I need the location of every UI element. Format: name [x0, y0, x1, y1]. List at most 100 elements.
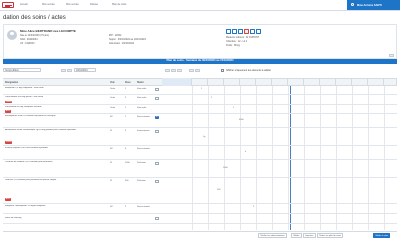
administration-mark[interactable]: 1 — [233, 107, 234, 109]
row-tag[interactable]: Arrêt — [5, 109, 11, 113]
administration-mark[interactable]: 6 — [245, 151, 246, 153]
allergy-icon[interactable] — [226, 29, 231, 34]
prev-week-button[interactable] — [165, 68, 170, 72]
administration-mark[interactable]: 1 — [201, 88, 202, 90]
table-row[interactable]: Glucose 5% solution pour perfusion en po… — [3, 178, 397, 204]
calendar-icon[interactable] — [67, 68, 72, 72]
patient-dob: Née le 12/04/1946 (79 ans) — [20, 34, 49, 37]
timeline-slot[interactable] — [352, 78, 368, 86]
only-pending-checkbox[interactable] — [221, 68, 225, 72]
administration-mark[interactable]: 2 — [211, 97, 212, 99]
breadcrumb-item[interactable]: Accueil — [20, 3, 28, 6]
timeline-slot[interactable] — [256, 78, 272, 86]
timeline-slot[interactable] — [192, 78, 208, 86]
table-row[interactable]: Enoxaparine 4000 UI solution injectable … — [3, 114, 397, 128]
timeline-slot[interactable] — [240, 78, 256, 86]
row-dose: 3 — [125, 130, 127, 132]
document-icon[interactable] — [232, 29, 237, 34]
timeline-slot[interactable] — [162, 78, 192, 86]
table-row[interactable]: Insuline asparte 100 U/ml solution injec… — [3, 146, 397, 160]
col-header-name[interactable]: Désignation — [5, 82, 18, 84]
plan-banner: Plan de soins - Semaine du 09/10/2024 au… — [3, 59, 397, 64]
note-icon[interactable] — [256, 29, 261, 34]
comment-icon[interactable] — [155, 88, 159, 91]
back-button[interactable]: Retour au plan de soins — [317, 233, 344, 238]
row-dose: 1 — [125, 107, 127, 109]
user-menu[interactable]: Mme Antoine SANTI — [347, 0, 400, 10]
timeline-slot[interactable] — [368, 78, 384, 86]
zoom-button[interactable] — [177, 68, 182, 72]
breadcrumb-item[interactable]: Dossier — [90, 3, 98, 6]
timeline-slot[interactable] — [272, 78, 288, 86]
row-voie: Orale — [110, 107, 116, 109]
row-name: Amoxicilline acide clavulanique 1g/125mg… — [5, 129, 76, 131]
row-status: Sous-cutanée — [137, 116, 150, 118]
row-dose: 500 — [125, 180, 129, 182]
app-logo[interactable] — [2, 2, 14, 8]
print-button[interactable] — [195, 68, 200, 72]
row-dose: 1 — [125, 88, 127, 90]
timeline-slot[interactable] — [384, 78, 397, 86]
patient-avatar — [7, 30, 17, 40]
refresh-button[interactable] — [189, 68, 194, 72]
patient-vitals: Poids : 68 kg — [226, 44, 240, 47]
administration-mark[interactable]: 2 — [253, 206, 254, 208]
administration-mark[interactable]: 1g — [203, 136, 205, 138]
row-status: Voie orale — [137, 88, 147, 90]
date-input[interactable]: 10/10/2024 — [74, 68, 96, 73]
print-button[interactable]: Imprimer — [303, 233, 316, 238]
user-icon — [351, 2, 355, 6]
alert-icon[interactable] — [238, 29, 243, 34]
table-row[interactable]: Furosémide 40 mg comprimé sécable Arrêt … — [3, 105, 397, 114]
timeline-slot[interactable] — [304, 78, 320, 86]
row-name: Morphine chlorhydrate 10 mg/ml ampoule — [5, 205, 46, 207]
breadcrumb-item[interactable]: Mon service — [42, 3, 55, 6]
comment-icon[interactable] — [155, 162, 159, 165]
row-voie: Orale — [110, 88, 116, 90]
col-header-voie[interactable]: Voie — [110, 82, 115, 84]
check-administrations-button[interactable]: Vérifier les administrations — [258, 233, 287, 238]
timeline-slot[interactable] — [288, 78, 304, 86]
row-name: Glucose 5% solution pour perfusion en po… — [5, 179, 57, 181]
table-row[interactable]: Chlorure de sodium 0,9% solution pour pe… — [3, 160, 397, 178]
timeline-slot[interactable] — [224, 78, 240, 86]
row-tag[interactable]: Valider — [5, 141, 13, 144]
comment-icon[interactable] — [155, 130, 159, 133]
table-row[interactable]: Bisoprolol 2,5 mg comprimé - voie orale … — [3, 86, 397, 95]
toolbar: Temps différé 10/10/2024 Afficher unique… — [3, 65, 397, 76]
comment-icon[interactable] — [155, 97, 159, 100]
expand-header-button[interactable] — [389, 54, 394, 57]
patient-admission: Admission : 03/10/2024 — [109, 42, 134, 45]
filter-select[interactable]: Temps différé — [3, 68, 41, 73]
comment-icon[interactable] — [155, 180, 159, 183]
comment-icon[interactable] — [155, 217, 159, 220]
timeline-slot[interactable] — [336, 78, 352, 86]
col-header-dose[interactable]: Dose — [125, 82, 131, 84]
administration-mark[interactable]: 4000 — [239, 119, 244, 121]
next-week-button[interactable] — [171, 68, 176, 72]
timeline-slot[interactable] — [320, 78, 336, 86]
col-header-status[interactable]: Statut — [137, 82, 144, 84]
table-row[interactable]: Soins de nursing — [3, 214, 397, 224]
patient-doctor: Médecin référent : Dr DUPONT — [226, 36, 260, 39]
row-status: Voie orale — [137, 97, 147, 99]
row-status: Voie orale — [137, 107, 147, 109]
patient-header: Mme Alice BERTRAND née LECOMPTE Née le 1… — [3, 24, 397, 59]
user-name: Mme Antoine SANTI — [357, 3, 382, 7]
row-tag[interactable]: Arrêt — [5, 198, 11, 201]
timeline-slot[interactable] — [208, 78, 224, 86]
table-row[interactable]: Paracétamol 500 mg gélule - voie orale V… — [3, 95, 397, 105]
validate-button[interactable]: Valider — [291, 233, 302, 238]
row-tag[interactable]: Valider — [5, 100, 13, 104]
row-tag-info[interactable]: SC — [155, 116, 160, 119]
calendar-icon[interactable] — [250, 29, 255, 34]
validate-plan-button[interactable]: Valider le plan — [373, 233, 391, 238]
table-row[interactable]: Morphine chlorhydrate 10 mg/ml ampoule S… — [3, 204, 397, 214]
table-row[interactable]: Amoxicilline acide clavulanique 1g/125mg… — [3, 128, 397, 146]
warning-icon[interactable] — [244, 29, 249, 34]
breadcrumb-item[interactable]: Mon service — [66, 3, 79, 6]
row-dose: 1000 — [125, 162, 130, 164]
administration-mark[interactable]: 1000 — [223, 167, 228, 169]
prev-day-button[interactable] — [61, 68, 66, 72]
administration-mark[interactable]: 500 — [217, 189, 220, 191]
